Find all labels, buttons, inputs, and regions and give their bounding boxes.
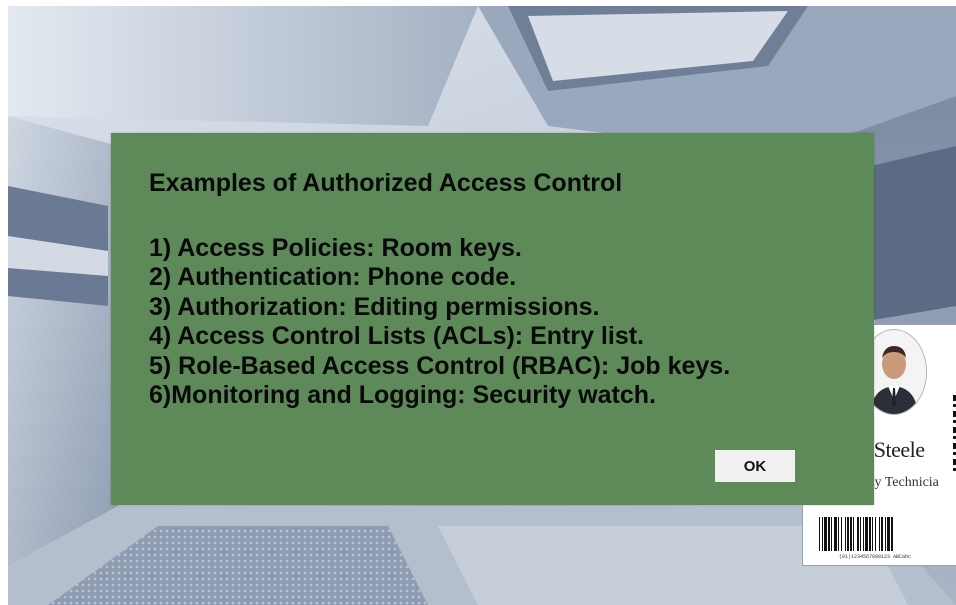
list-item: 4) Access Control Lists (ACLs): Entry li… (149, 322, 644, 351)
game-scene: an Steele urity Technicia (01)1234567890… (8, 6, 956, 605)
info-dialog: Examples of Authorized Access Control 1)… (111, 133, 874, 505)
barcode (819, 517, 893, 551)
dialog-title: Examples of Authorized Access Control (149, 169, 623, 197)
list-item: 2) Authentication: Phone code. (149, 263, 517, 292)
list-item: 6)Monitoring and Logging: Security watch… (149, 381, 656, 410)
list-item: 5) Role-Based Access Control (RBAC): Job… (149, 351, 731, 380)
list-item: 3) Authorization: Editing permissions. (149, 292, 600, 321)
barcode-text: (01)1234567890123 ABCabc (839, 554, 912, 560)
list-item: 1) Access Policies: Room keys. (149, 234, 522, 262)
dialog-list: 1) Access Policies: Room keys. 2) Authen… (149, 234, 730, 410)
ok-button[interactable]: OK (715, 450, 795, 482)
